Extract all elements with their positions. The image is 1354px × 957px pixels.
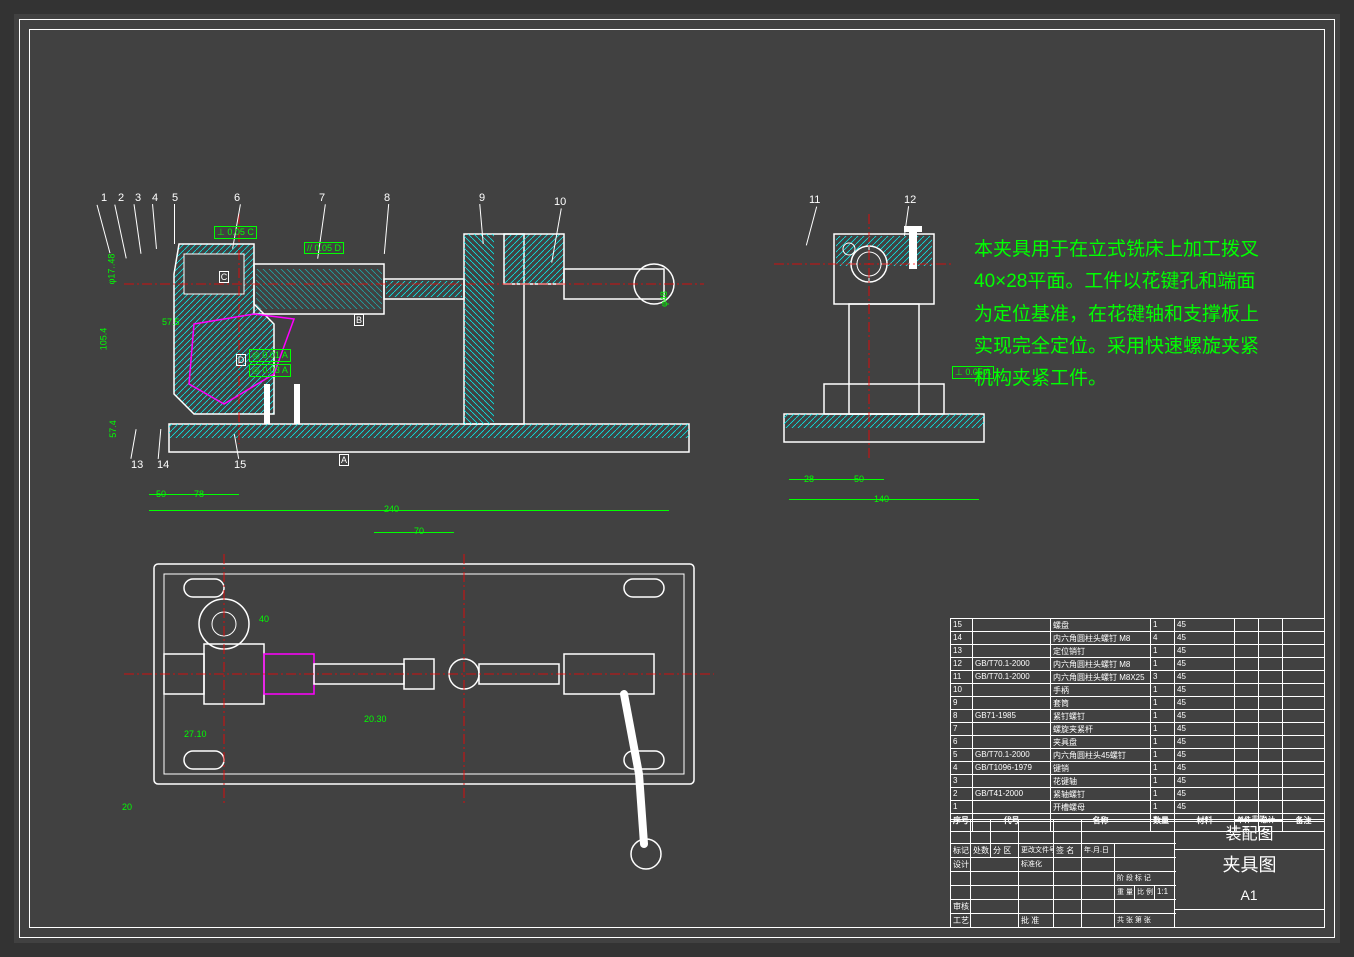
sg-stage-row: 阶 段 标 记 [951,872,1176,886]
bom-row: 7螺旋夹紧杆145 [951,723,1324,736]
datum-A: A [339,454,349,466]
bom-row: 9套筒145 [951,697,1324,710]
dimline-d15 [789,499,979,500]
bom-row: 3花键轴145 [951,775,1324,788]
sg-check-row: 审核 [951,900,1176,914]
balloon-7: 7 [319,192,325,204]
balloon-12: 12 [904,194,916,206]
balloon-9: 9 [479,192,485,204]
balloon-11: 11 [809,194,820,206]
sg-design-row: 设计 标准化 [951,858,1176,872]
dimline-d6 [179,494,239,495]
dim-d7: 240 [384,504,399,514]
balloon-6: 6 [234,192,240,204]
datum-B: B [354,314,364,326]
main-view-svg [94,184,714,484]
bom-row: 13定位销钉145 [951,645,1324,658]
bom-row: 10手柄145 [951,684,1324,697]
balloon-8: 8 [384,192,390,204]
gdt-t2: // 0.05 D [304,242,344,254]
dim-d16: φ17..48 [106,254,116,285]
balloon-10: 10 [554,196,566,208]
bom-row: 12GB/T70.1-2000内六角圆柱头螺钉 M8145 [951,658,1324,671]
sg-blank1 [951,820,1176,832]
title-small-grid: 标记 处数 分 区 更改文件号 签 名 年.月.日 设计 标准化 [951,820,1176,928]
bom-row: 11GB/T70.1-2000内六角圆柱头螺钉 M8X25345 [951,671,1324,684]
datum-C: C [219,271,229,283]
bom-table: 15螺盘14514内六角圆柱头螺钉 M844513定位销钉14512GB/T70… [951,619,1324,814]
dim-d3: 105.4 [98,328,108,351]
datum-D: D [236,354,246,366]
bom-row: 6夹具盘145 [951,736,1324,749]
bom-row: 4GB/T1096-1979键销145 [951,762,1324,775]
gdt-t1: ⊥ 0.05 C [214,226,257,239]
balloon-5: 5 [172,192,178,204]
dimline-d13 [789,479,824,480]
dim-d12: 40 [259,614,269,624]
dimline-d5 [149,494,179,495]
bom-row: 2GB/T41-2000紧轴螺钉145 [951,788,1324,801]
balloon-3: 3 [135,192,141,204]
main-title: 装配图 [1174,820,1324,850]
balloon-4: 4 [152,192,158,204]
dimline-d14 [824,479,884,480]
bom-row: 8GB71-1985紧钉螺钉145 [951,710,1324,723]
sheet-size: A1 [1174,880,1324,910]
bom-row: 5GB/T70.1-2000内六角圆柱头45螺钉145 [951,749,1324,762]
leader-5 [174,204,175,244]
sg-process-row: 工艺 批 准 共 张 第 张 [951,914,1176,928]
dim-d17: φ48 [659,291,669,307]
dim-d11: 27.10 [184,729,207,739]
gdt-t3: ◎ 0.01 A [249,349,291,362]
bom-row: 15螺盘145 [951,619,1324,632]
balloon-2: 2 [118,192,124,204]
sg-scale-row: 重 量 比 例 1:1 [951,886,1176,900]
dimline-d7 [149,510,669,511]
title-block: 15螺盘14514内六角圆柱头螺钉 M844513定位销钉14512GB/T70… [950,618,1325,928]
title-block-bottom: 装配图 夹具图 A1 标记 处数 分 区 [951,819,1324,927]
drawing-sheet: 1 2 3 4 5 6 7 8 9 10 11 12 13 14 15 57.5… [14,14,1340,943]
annotation-text: 本夹具用于在立式铣床上加工拨叉40×28平面。工件以花键孔和端面为定位基准，在花… [974,234,1274,395]
corner-cell [1174,909,1324,927]
dim-d9: 70 [414,526,424,536]
balloon-1: 1 [101,192,107,204]
sg-labels1: 标记 处数 分 区 更改文件号 签 名 年.月.日 [951,844,1176,858]
balloon-13: 13 [131,459,143,471]
dim-d4: 57.4 [108,420,118,438]
gdt-t4: ◎ 0.03 A [249,364,291,377]
top-view-svg [94,524,714,884]
dim-d10: 20.30 [364,714,387,724]
bom-row: 14内六角圆柱头螺钉 M8445 [951,632,1324,645]
dim-d8: 20 [122,802,132,812]
dim-d1: 57.5 [162,317,180,327]
dimline-d9 [374,532,454,533]
balloon-15: 15 [234,459,246,471]
balloon-14: 14 [157,459,169,471]
sg-blank2 [951,832,1176,844]
